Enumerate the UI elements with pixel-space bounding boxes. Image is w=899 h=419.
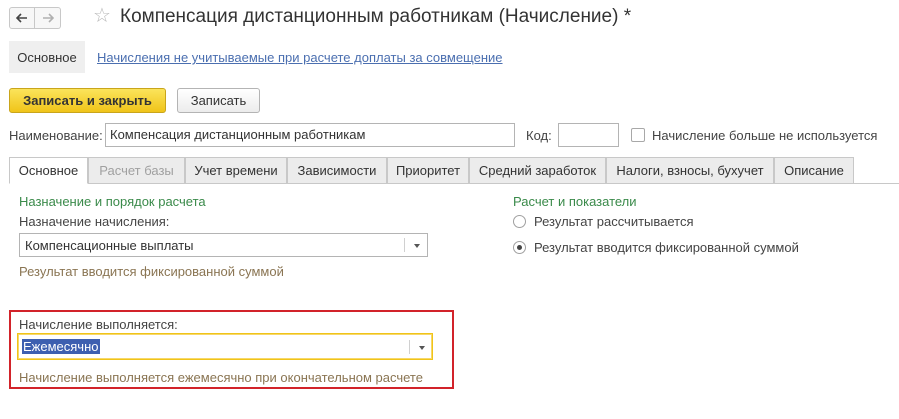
- tab-base-calculation[interactable]: Расчет базы: [88, 157, 185, 184]
- section-link-accruals-not-counted[interactable]: Начисления не учитываемые при расчете до…: [97, 50, 503, 65]
- tab-time-accounting[interactable]: Учет времени: [185, 157, 287, 184]
- execution-select[interactable]: Ежемесячно: [17, 333, 433, 360]
- execution-select-value: Ежемесячно: [22, 339, 100, 354]
- tab-average-earnings[interactable]: Средний заработок: [469, 157, 606, 184]
- arrow-right-icon: [42, 13, 54, 23]
- execution-label: Начисление выполняется:: [19, 317, 178, 332]
- purpose-hint: Результат вводится фиксированной суммой: [19, 264, 284, 279]
- radio-calculated-label: Результат рассчитывается: [534, 214, 694, 229]
- save-button[interactable]: Записать: [177, 88, 260, 113]
- not-used-checkbox[interactable]: [631, 128, 645, 142]
- name-label: Наименование:: [9, 128, 103, 143]
- not-used-label: Начисление больше не используется: [652, 128, 878, 143]
- purpose-label: Назначение начисления:: [19, 214, 170, 229]
- tab-main[interactable]: Основное: [9, 157, 88, 184]
- tab-description[interactable]: Описание: [774, 157, 854, 184]
- purpose-select[interactable]: Компенсационные выплаты: [19, 233, 428, 257]
- forward-button[interactable]: [35, 7, 61, 29]
- code-label: Код:: [526, 128, 552, 143]
- execution-hint: Начисление выполняется ежемесячно при ок…: [19, 370, 423, 385]
- purpose-group-title: Назначение и порядок расчета: [19, 194, 206, 209]
- purpose-select-value: Компенсационные выплаты: [25, 238, 194, 253]
- execution-select-separator: [409, 340, 410, 354]
- calc-group-title: Расчет и показатели: [513, 194, 637, 209]
- code-input[interactable]: [558, 123, 619, 147]
- section-main[interactable]: Основное: [9, 41, 85, 73]
- tab-taxes-contributions[interactable]: Налоги, взносы, бухучет: [606, 157, 774, 184]
- arrow-left-icon: [16, 13, 27, 23]
- name-input[interactable]: Компенсация дистанционным работникам: [105, 123, 515, 147]
- radio-calculated[interactable]: [513, 215, 526, 228]
- save-and-close-button[interactable]: Записать и закрыть: [9, 88, 166, 113]
- tab-dependencies[interactable]: Зависимости: [287, 157, 387, 184]
- radio-fixed-sum[interactable]: [513, 241, 526, 254]
- chevron-down-icon[interactable]: [419, 346, 425, 350]
- back-button[interactable]: [9, 7, 35, 29]
- tab-priority[interactable]: Приоритет: [387, 157, 469, 184]
- favorite-star-icon[interactable]: ☆: [93, 6, 111, 26]
- chevron-down-icon[interactable]: [414, 244, 420, 248]
- purpose-select-separator: [404, 238, 405, 252]
- radio-fixed-sum-label: Результат вводится фиксированной суммой: [534, 240, 799, 255]
- window-title: Компенсация дистанционным работникам (На…: [120, 6, 632, 27]
